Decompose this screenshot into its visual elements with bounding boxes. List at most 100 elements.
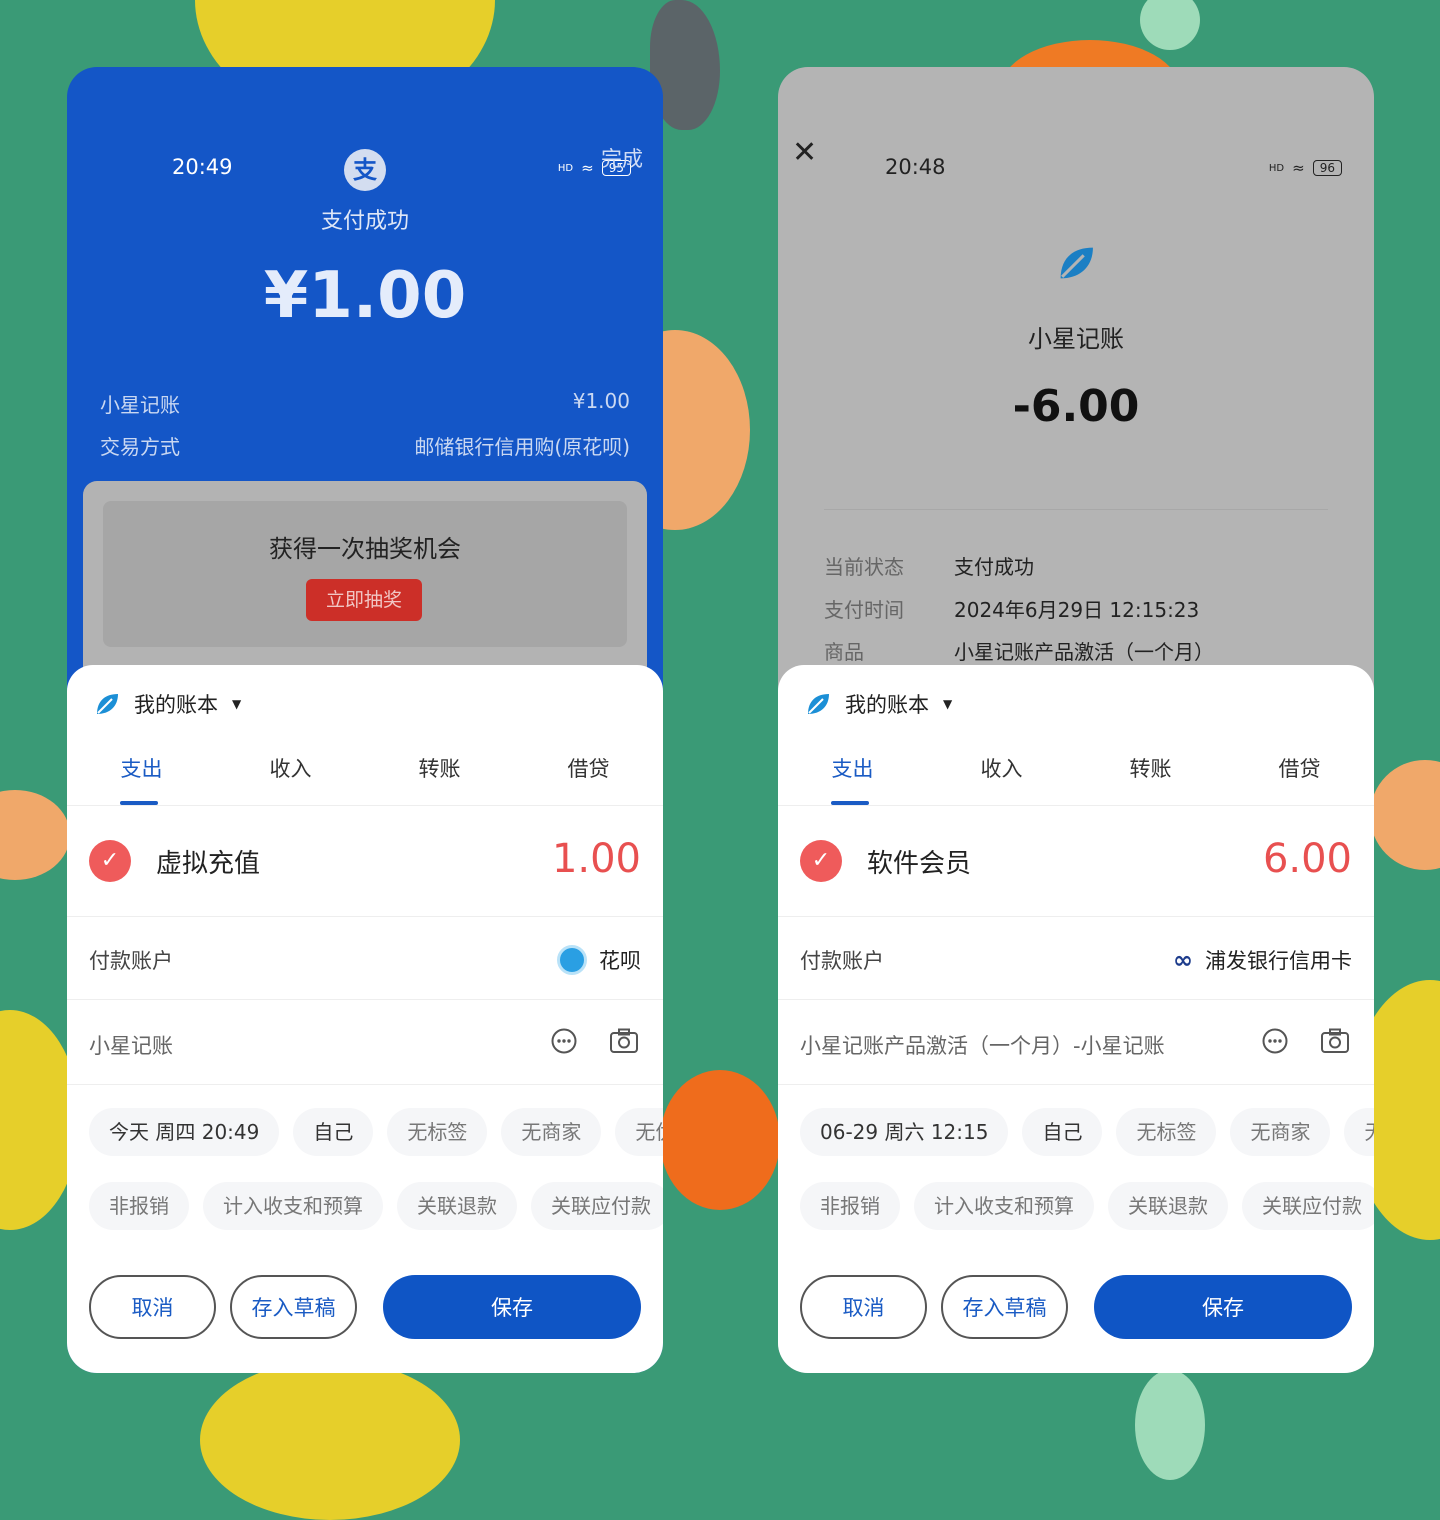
refund-chip[interactable]: 关联退款 xyxy=(1108,1182,1228,1230)
tab-income[interactable]: 收入 xyxy=(216,753,365,783)
amount-value[interactable]: 1.00 xyxy=(552,836,641,882)
date-chip[interactable]: 今天 周四 20:49 xyxy=(89,1108,280,1156)
payable-chip[interactable]: 关联应付款 xyxy=(1242,1182,1374,1230)
note-row[interactable]: 小星记账 xyxy=(67,1000,663,1085)
payment-amount: ¥1.00 xyxy=(263,259,467,333)
camera-icon[interactable] xyxy=(1320,1028,1350,1054)
account-value: 花呗 xyxy=(599,949,641,973)
tab-expense[interactable]: 支出 xyxy=(67,753,216,783)
account-row[interactable]: 付款账户 花呗 xyxy=(67,917,663,1000)
note-row[interactable]: 小星记账产品激活（一个月）-小星记账 xyxy=(778,1000,1374,1085)
date-chip[interactable]: 06-29 周六 12:15 xyxy=(800,1108,1009,1156)
leaf-logo-icon xyxy=(1060,247,1093,279)
bill-amount: -6.00 xyxy=(1012,381,1140,432)
method-value: 邮储银行信用购(原花呗) xyxy=(414,435,630,459)
tab-loan[interactable]: 借贷 xyxy=(514,753,663,783)
promo-card: 获得一次抽奖机会 立即抽奖 xyxy=(83,481,647,681)
ledger-selector[interactable]: 我的账本 ▼ xyxy=(94,689,241,719)
tag-chip[interactable]: 无标签 xyxy=(1116,1108,1217,1156)
ledger-name: 我的账本 xyxy=(845,693,929,717)
note-input[interactable]: 小星记账 xyxy=(89,1030,173,1060)
merchant-chip[interactable]: 无商家 xyxy=(501,1108,602,1156)
alipay-logo-icon: 支 xyxy=(344,149,386,191)
ledger-name: 我的账本 xyxy=(134,693,218,717)
amount-value[interactable]: 6.00 xyxy=(1263,836,1352,882)
save-button[interactable]: 保存 xyxy=(1094,1275,1352,1339)
goods-label: 商品 xyxy=(824,640,864,664)
close-icon[interactable]: ✕ xyxy=(792,135,817,170)
spdb-bank-icon: ∞ xyxy=(1173,946,1193,974)
signal-icon: HD xyxy=(557,162,574,174)
lottery-button[interactable]: 立即抽奖 xyxy=(306,579,422,621)
category-name: 软件会员 xyxy=(867,849,972,879)
method-label: 交易方式 xyxy=(100,435,180,459)
more-options-icon[interactable] xyxy=(1262,1028,1288,1054)
reimburse-chip[interactable]: 非报销 xyxy=(89,1182,189,1230)
merchant-title: 小星记账 xyxy=(1028,325,1124,353)
time-label: 支付时间 xyxy=(824,598,904,622)
account-value-group: ∞ 浦发银行信用卡 xyxy=(1173,945,1352,975)
signal-icon: HD xyxy=(1268,162,1285,174)
budget-chip[interactable]: 计入收支和预算 xyxy=(203,1182,383,1230)
type-tabs: 支出 收入 转账 借贷 xyxy=(67,753,663,806)
phone-screen-bill-detail: 20:48 HD ≈ 96 ✕ 小星记账 -6.00 当前状态 支付成功 支付时… xyxy=(778,67,1374,1373)
account-row[interactable]: 付款账户 ∞ 浦发银行信用卡 xyxy=(778,917,1374,1000)
account-label: 付款账户 xyxy=(800,949,884,973)
payable-chip[interactable]: 关联应付款 xyxy=(531,1182,663,1230)
background-shape-yellow-bottom xyxy=(200,1360,460,1520)
leaf-logo-icon xyxy=(808,694,829,714)
tag-chip[interactable]: 无标签 xyxy=(387,1108,488,1156)
discount-chip[interactable]: 无优 xyxy=(615,1108,663,1156)
camera-icon[interactable] xyxy=(609,1028,639,1054)
account-value: 浦发银行信用卡 xyxy=(1205,949,1352,973)
cancel-button[interactable]: 取消 xyxy=(89,1275,216,1339)
save-draft-button[interactable]: 存入草稿 xyxy=(941,1275,1068,1339)
reimburse-chip[interactable]: 非报销 xyxy=(800,1182,900,1230)
tab-loan[interactable]: 借贷 xyxy=(1225,753,1374,783)
time-value: 2024年6月29日 12:15:23 xyxy=(954,598,1200,622)
chips-row-2: 非报销 计入收支和预算 关联退款 关联应付款 xyxy=(89,1182,663,1230)
save-draft-button[interactable]: 存入草稿 xyxy=(230,1275,357,1339)
chips-row-1: 06-29 周六 12:15 自己 无标签 无商家 无优 xyxy=(800,1108,1374,1156)
note-input[interactable]: 小星记账产品激活（一个月）-小星记账 xyxy=(800,1030,1165,1060)
budget-chip[interactable]: 计入收支和预算 xyxy=(914,1182,1094,1230)
status-time: 20:48 xyxy=(885,155,946,179)
caret-down-icon: ▼ xyxy=(943,697,953,711)
member-chip[interactable]: 自己 xyxy=(1022,1108,1103,1156)
tab-transfer[interactable]: 转账 xyxy=(365,753,514,783)
merchant-label: 小星记账 xyxy=(100,393,180,417)
discount-chip[interactable]: 无优 xyxy=(1344,1108,1374,1156)
status-icons: HD ≈ 96 xyxy=(1269,159,1342,177)
phone-screen-alipay: 20:49 HD ≈ 95 完成 支 支付成功 ¥1.00 小星记账 ¥1.00… xyxy=(67,67,663,1373)
category-row[interactable]: ✓ 虚拟充值 1.00 xyxy=(67,806,663,917)
more-options-icon[interactable] xyxy=(551,1028,577,1054)
tab-transfer[interactable]: 转账 xyxy=(1076,753,1225,783)
type-tabs: 支出 收入 转账 借贷 xyxy=(778,753,1374,806)
background-shape-orange-right xyxy=(1370,760,1440,870)
background-shape-mint-top xyxy=(1140,0,1200,50)
ledger-selector[interactable]: 我的账本 ▼ xyxy=(805,689,952,719)
tab-expense[interactable]: 支出 xyxy=(778,753,927,783)
cloud-check-icon: ✓ xyxy=(89,840,131,882)
member-chip[interactable]: 自己 xyxy=(293,1108,374,1156)
goods-value: 小星记账产品激活（一个月） xyxy=(954,640,1214,664)
account-label: 付款账户 xyxy=(89,949,173,973)
caret-down-icon: ▼ xyxy=(232,697,242,711)
cancel-button[interactable]: 取消 xyxy=(800,1275,927,1339)
category-name: 虚拟充值 xyxy=(156,849,261,879)
active-tab-indicator xyxy=(831,801,869,805)
promo-title: 获得一次抽奖机会 xyxy=(269,535,461,563)
merchant-chip[interactable]: 无商家 xyxy=(1230,1108,1331,1156)
category-row[interactable]: ✓ 软件会员 6.00 xyxy=(778,806,1374,917)
chips-row-1: 今天 周四 20:49 自己 无标签 无商家 无优 xyxy=(89,1108,663,1156)
bookkeeping-sheet: 我的账本 ▼ 支出 收入 转账 借贷 ✓ 软件会员 6.00 付款账户 ∞ 浦发… xyxy=(778,665,1374,1373)
payment-status-title: 支付成功 xyxy=(320,209,409,234)
refund-chip[interactable]: 关联退款 xyxy=(397,1182,517,1230)
background-shape-mint xyxy=(1135,1370,1205,1480)
bookkeeping-sheet: 我的账本 ▼ 支出 收入 转账 借贷 ✓ 虚拟充值 1.00 付款账户 花呗 小… xyxy=(67,665,663,1373)
tab-income[interactable]: 收入 xyxy=(927,753,1076,783)
done-button[interactable]: 完成 xyxy=(601,143,643,173)
chips-row-2: 非报销 计入收支和预算 关联退款 关联应付款 xyxy=(800,1182,1374,1230)
account-value-group: 花呗 xyxy=(557,945,641,975)
save-button[interactable]: 保存 xyxy=(383,1275,641,1339)
